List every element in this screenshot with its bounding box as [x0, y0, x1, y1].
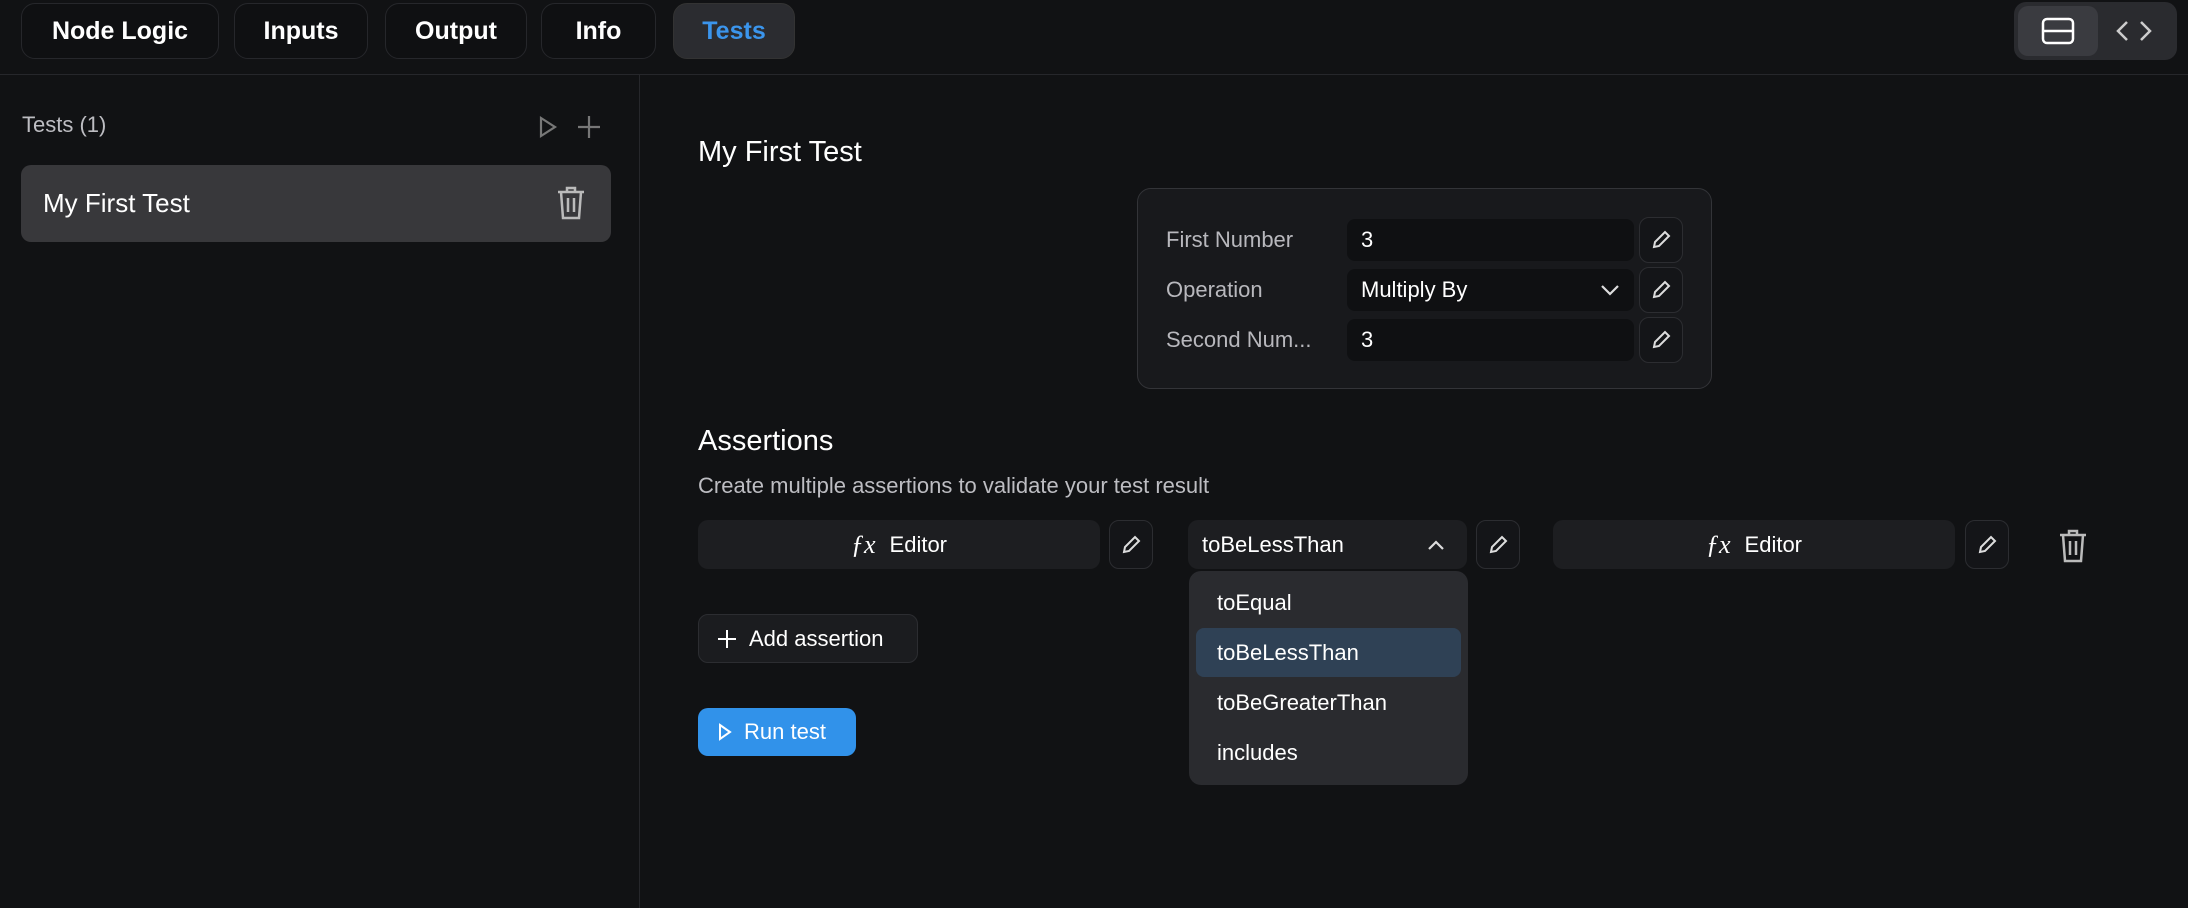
layout-split-icon: [2041, 17, 2075, 45]
edit-operation-button[interactable]: [1639, 267, 1683, 313]
edit-right-button[interactable]: [1965, 520, 2009, 569]
assertions-title: Assertions: [698, 425, 834, 457]
edit-first-number-button[interactable]: [1639, 217, 1683, 263]
tab-inputs[interactable]: Inputs: [234, 3, 368, 59]
pencil-icon: [1652, 280, 1671, 299]
sidebar-title: Tests (1): [22, 112, 107, 137]
tab-node-logic[interactable]: Node Logic: [21, 3, 219, 59]
operator-dropdown-menu: toEqual toBeLessThan toBeGreaterThan inc…: [1189, 571, 1468, 785]
option-toBeLessThan[interactable]: toBeLessThan: [1196, 628, 1461, 677]
test-title: My First Test: [698, 136, 862, 168]
pencil-icon: [1652, 330, 1671, 349]
tab-info[interactable]: Info: [541, 3, 656, 59]
operator-value: toBeLessThan: [1202, 531, 1344, 557]
delete-assertion-icon[interactable]: [2057, 528, 2089, 564]
test-inputs-card: First Number 3 Operation Multiply By Sec…: [1137, 188, 1712, 389]
run-test-label: Run test: [744, 719, 826, 744]
tab-output[interactable]: Output: [385, 3, 527, 59]
run-test-button[interactable]: Run test: [698, 708, 856, 756]
pencil-icon: [1652, 230, 1671, 249]
option-includes[interactable]: includes: [1196, 728, 1461, 777]
assertions-subtitle: Create multiple assertions to validate y…: [698, 473, 1210, 498]
add-assertion-label: Add assertion: [749, 625, 884, 651]
right-editor-button[interactable]: ƒx Editor: [1553, 520, 1955, 569]
left-editor-button[interactable]: ƒx Editor: [698, 520, 1100, 569]
plus-icon: [718, 629, 736, 648]
right-editor-label: Editor: [1744, 531, 1803, 557]
input-label: Second Num...: [1166, 327, 1312, 352]
chevron-down-icon: [1601, 285, 1619, 296]
sidebar-divider: [639, 75, 640, 908]
chevron-up-icon: [1428, 539, 1444, 550]
edit-left-button[interactable]: [1109, 520, 1153, 569]
pencil-icon: [1489, 535, 1508, 553]
function-icon: ƒx: [1705, 529, 1731, 559]
code-view-button[interactable]: [2094, 6, 2174, 56]
function-icon: ƒx: [850, 529, 876, 559]
operation-value: Multiply By: [1361, 277, 1468, 302]
add-assertion-button[interactable]: Add assertion: [698, 614, 918, 663]
code-icon: [2116, 21, 2152, 41]
header-divider: [0, 74, 2188, 75]
layout-split-button[interactable]: [2018, 6, 2098, 56]
second-number-input[interactable]: 3: [1347, 319, 1634, 361]
play-icon: [719, 723, 732, 741]
view-toggle: [2014, 2, 2177, 60]
pencil-icon: [1978, 535, 1997, 553]
input-label: First Number: [1166, 227, 1294, 252]
test-item-label: My First Test: [43, 188, 190, 218]
add-test-icon[interactable]: [577, 115, 601, 139]
left-editor-label: Editor: [889, 531, 948, 557]
tab-tests[interactable]: Tests: [673, 3, 795, 59]
input-label: Operation: [1166, 277, 1263, 302]
edit-operator-button[interactable]: [1476, 520, 1520, 569]
option-toBeGreaterThan[interactable]: toBeGreaterThan: [1196, 678, 1461, 727]
test-list-item[interactable]: My First Test: [21, 165, 611, 242]
option-toEqual[interactable]: toEqual: [1196, 578, 1461, 627]
edit-second-number-button[interactable]: [1639, 317, 1683, 363]
operator-select[interactable]: toBeLessThan: [1188, 520, 1467, 569]
run-all-icon[interactable]: [538, 115, 558, 139]
operation-select[interactable]: Multiply By: [1347, 269, 1634, 311]
first-number-input[interactable]: 3: [1347, 219, 1634, 261]
delete-test-icon[interactable]: [555, 185, 587, 221]
pencil-icon: [1122, 535, 1141, 553]
